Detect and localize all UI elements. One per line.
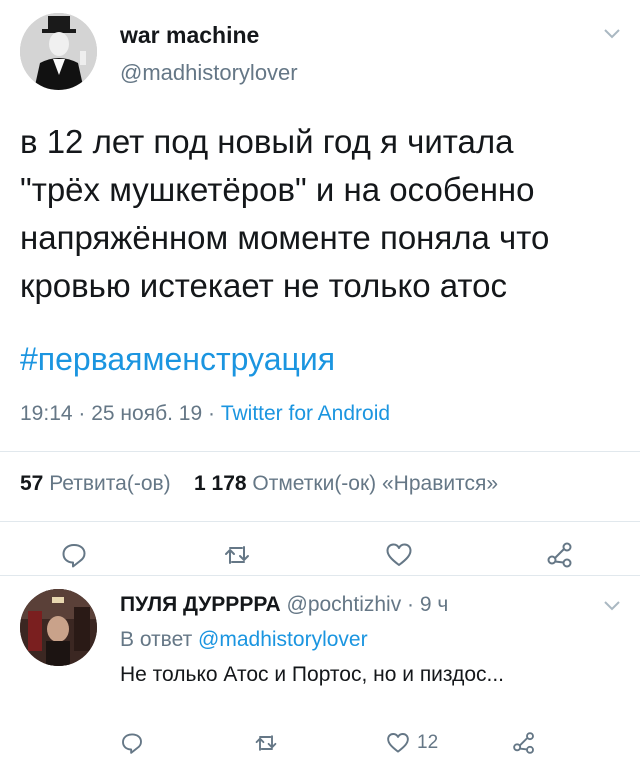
- author-name[interactable]: war machine: [120, 22, 259, 49]
- reply-text: Не только Атос и Портос, но и пиздос...: [120, 663, 505, 686]
- heart-icon[interactable]: [385, 541, 413, 569]
- share-icon[interactable]: [512, 731, 536, 755]
- reply-to-prefix: В ответ: [120, 628, 193, 651]
- likes-count[interactable]: 1 178: [194, 472, 247, 495]
- divider: [0, 521, 640, 522]
- divider: [0, 451, 640, 452]
- retweets-count[interactable]: 57: [20, 472, 43, 495]
- author-handle[interactable]: @madhistorylover: [120, 60, 298, 86]
- tweet-date: 25 нояб. 19: [91, 402, 203, 425]
- retweet-icon[interactable]: [254, 731, 278, 755]
- reply-icon[interactable]: [60, 541, 88, 569]
- tweet-stats: 57 Ретвита(-ов) 1 178 Отметки(-ок) «Нрав…: [20, 472, 498, 496]
- reply-like-count[interactable]: 12: [417, 732, 438, 754]
- author-avatar[interactable]: [20, 13, 97, 90]
- chevron-down-icon[interactable]: [603, 599, 621, 613]
- reply-to-line: В ответ @madhistorylover: [120, 628, 368, 652]
- divider: [0, 575, 640, 576]
- meta-separator: ·: [207, 402, 221, 425]
- reply-to-mention[interactable]: @madhistorylover: [198, 628, 368, 651]
- tweet-time: 19:14: [20, 402, 73, 425]
- reply-header: ПУЛЯ ДУРРРРА @pochtizhiv · 9 ч: [120, 593, 448, 617]
- retweets-label[interactable]: Ретвита(-ов): [49, 472, 170, 495]
- heart-icon[interactable]: [386, 731, 410, 755]
- reply-author-name[interactable]: ПУЛЯ ДУРРРРА: [120, 593, 281, 616]
- reply-author-avatar[interactable]: [20, 589, 97, 666]
- tweet-source-link[interactable]: Twitter for Android: [221, 402, 390, 425]
- chevron-down-icon[interactable]: [603, 27, 621, 41]
- meta-separator: ·: [407, 593, 420, 616]
- retweet-icon[interactable]: [223, 541, 251, 569]
- share-icon[interactable]: [546, 541, 574, 569]
- meta-separator: ·: [78, 402, 92, 425]
- hashtag-link[interactable]: #перваяменструация: [20, 341, 335, 378]
- reply-author-handle[interactable]: @pochtizhiv: [287, 593, 402, 616]
- reply-icon[interactable]: [120, 731, 144, 755]
- likes-label[interactable]: Отметки(-ок) «Нравится»: [252, 472, 498, 495]
- reply-age: 9 ч: [419, 593, 449, 616]
- tweet-meta: 19:14 · 25 нояб. 19 · Twitter for Androi…: [20, 402, 390, 426]
- tweet-text: в 12 лет под новый год я читала "трёх му…: [20, 123, 550, 304]
